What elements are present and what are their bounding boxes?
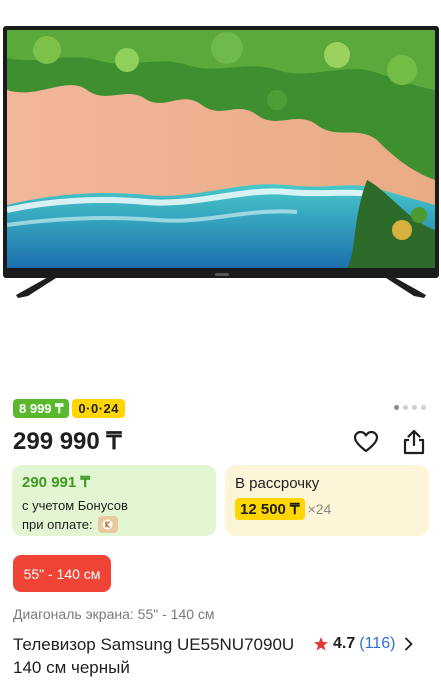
bonus-price: 290 991 ₸ xyxy=(22,474,90,491)
installment-plan-badge: 0·0·24 xyxy=(72,399,125,418)
rating-summary[interactable]: 4.7 (116) xyxy=(313,635,414,653)
installment-amount: 12 500 ₸ xyxy=(235,498,305,520)
price-badges: 8 999 ₸ 0·0·24 xyxy=(13,399,125,418)
spec-diagonal: Диагональ экрана: 55" - 140 см xyxy=(13,606,215,622)
pagination-dot[interactable] xyxy=(403,405,408,410)
product-image[interactable] xyxy=(3,26,439,278)
installment-row: 12 500 ₸ ×24 xyxy=(235,498,419,520)
monthly-payment-badge: 8 999 ₸ xyxy=(13,399,70,418)
installment-months: ×24 xyxy=(307,501,332,517)
share-icon[interactable] xyxy=(400,428,428,456)
bonus-line1: с учетом Бонусов xyxy=(22,498,128,513)
pagination-dot[interactable] xyxy=(412,405,417,410)
pagination-dot[interactable] xyxy=(421,405,426,410)
size-option-chip[interactable]: 55" - 140 см xyxy=(13,555,111,592)
kaspi-logo-icon xyxy=(102,519,113,530)
installment-card[interactable]: В рассрочку 12 500 ₸ ×24 xyxy=(225,465,429,536)
heart-icon[interactable] xyxy=(352,428,380,456)
tv-stand-right xyxy=(386,276,426,298)
review-count-link[interactable]: (116) xyxy=(359,635,395,653)
pagination-dot[interactable] xyxy=(394,405,399,410)
product-title: Телевизор Samsung UE55NU7090U 140 см чер… xyxy=(13,635,295,677)
tv-stand-left xyxy=(16,276,56,298)
bonus-line2-row: при оплате: xyxy=(22,515,206,534)
tv-screen-image xyxy=(7,30,435,268)
product-gallery[interactable] xyxy=(0,0,441,390)
product-price: 299 990 ₸ xyxy=(13,428,122,455)
tv-brand-logo xyxy=(215,273,229,276)
chevron-right-icon[interactable] xyxy=(404,637,414,651)
bonus-description: с учетом Бонусов при оплате: xyxy=(22,496,206,534)
star-icon xyxy=(314,637,328,651)
rating-value: 4.7 xyxy=(333,635,356,652)
bonus-line2: при оплате: xyxy=(22,517,93,532)
installment-title: В рассрочку xyxy=(235,475,320,492)
gallery-pagination[interactable] xyxy=(394,405,426,410)
bonus-price-card[interactable]: 290 991 ₸ с учетом Бонусов при оплате: xyxy=(12,465,216,536)
product-page: 8 999 ₸ 0·0·24 299 990 ₸ 290 991 ₸ с уче… xyxy=(0,0,441,699)
kaspi-card-icon xyxy=(97,516,118,533)
